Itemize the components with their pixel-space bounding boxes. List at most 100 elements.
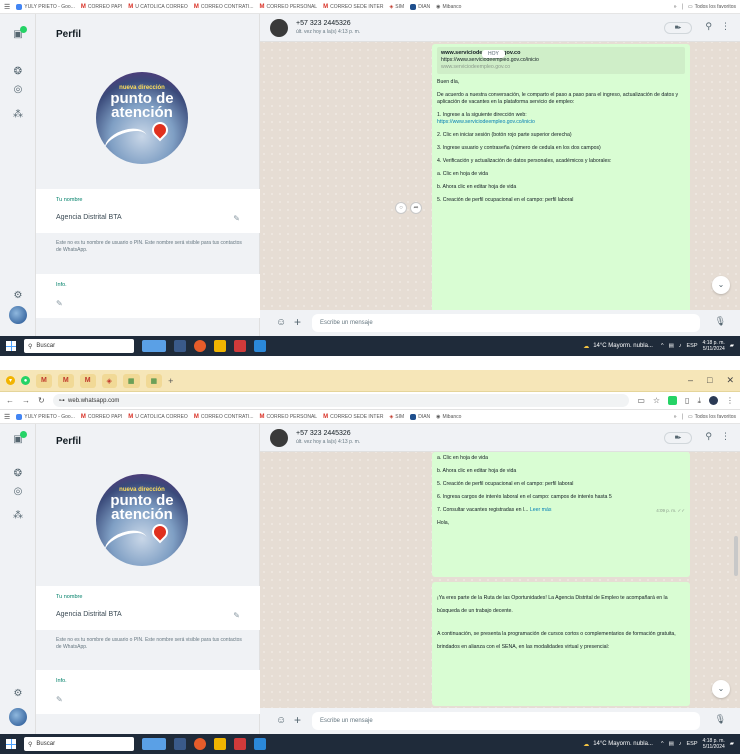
edit-pencil-icon[interactable]: ✎: [56, 299, 63, 308]
windows-start-icon[interactable]: [6, 341, 16, 351]
outlook-icon[interactable]: [254, 738, 266, 750]
new-tab-icon[interactable]: +: [168, 376, 173, 386]
bookmark-sim[interactable]: ◈ SIM: [389, 414, 404, 420]
tab-gmail-2[interactable]: M: [57, 373, 74, 388]
profile-photo[interactable]: nueva dirección punto de atención: [96, 474, 188, 566]
name-field[interactable]: Agencia Distrital BTA ✎: [56, 214, 240, 223]
windows-start-icon[interactable]: [6, 739, 16, 749]
edit-pencil-icon[interactable]: ✎: [56, 695, 63, 704]
video-call-icon[interactable]: ■▸: [664, 432, 692, 444]
more-options-icon[interactable]: ⋮: [721, 431, 730, 442]
tab-shield[interactable]: ◈: [101, 373, 117, 388]
browser-menu-icon[interactable]: ⋮: [726, 396, 734, 405]
task-view-icon[interactable]: [174, 340, 186, 352]
scroll-down-icon[interactable]: ⌄: [712, 680, 730, 698]
channels-icon[interactable]: ◎: [12, 84, 24, 96]
name-field[interactable]: Agencia Distrital BTA ✎: [56, 611, 240, 620]
browser-profile-icon[interactable]: ▾: [6, 376, 15, 385]
task-view-icon[interactable]: [174, 738, 186, 750]
message-input[interactable]: Escribe un mensaje: [312, 314, 700, 332]
tab-gmail-3[interactable]: M: [79, 373, 96, 388]
tab-gmail-1[interactable]: M: [36, 373, 52, 388]
settings-gear-icon[interactable]: ⚙: [12, 688, 24, 700]
info-field[interactable]: ✎: [56, 299, 240, 308]
outlook-icon[interactable]: [254, 340, 266, 352]
message-input[interactable]: Escribe un mensaje: [312, 712, 700, 730]
bookmark-correo-sede[interactable]: M CORREO SEDE INTER: [323, 4, 383, 10]
attach-plus-icon[interactable]: +: [294, 713, 301, 727]
close-icon[interactable]: ✕: [726, 375, 734, 386]
bookmark-yuly[interactable]: YULY PRIETO - Goo...: [16, 3, 75, 10]
bookmark-correo-personal[interactable]: M CORREO PERSONAL: [260, 414, 318, 420]
bookmarks-right[interactable]: » │ ▭ Todos los favoritos: [674, 414, 736, 420]
taskbar-search[interactable]: ⚲ Buscar: [24, 339, 134, 353]
whatsapp-tab-icon[interactable]: ●: [21, 376, 30, 385]
weather-widget[interactable]: ☁ 14°C Mayorm. nubla...: [583, 343, 653, 350]
clock[interactable]: 4:18 p. m. 5/11/2024: [703, 340, 725, 352]
network-icon[interactable]: ▤: [669, 741, 674, 747]
tab-sheets-2[interactable]: ▦: [145, 373, 163, 388]
edit-pencil-icon[interactable]: ✎: [233, 611, 240, 620]
communities-icon[interactable]: ⁂: [12, 510, 24, 522]
notification-icon[interactable]: ▰: [730, 741, 734, 747]
avatar[interactable]: [9, 306, 27, 324]
explorer-icon[interactable]: [214, 738, 226, 750]
reaction-icon[interactable]: ○: [395, 202, 407, 214]
network-icon[interactable]: ▤: [669, 343, 674, 349]
status-icon[interactable]: ❂: [12, 66, 24, 78]
star-icon[interactable]: ☆: [653, 396, 660, 405]
chevron-up-icon[interactable]: ^: [661, 741, 664, 747]
menu-icon[interactable]: ☰: [4, 3, 10, 11]
profile-avatar-icon[interactable]: [709, 396, 718, 405]
widget-icon[interactable]: [142, 738, 166, 750]
bookmark-correo-contrati[interactable]: M CORREO CONTRATI...: [194, 4, 254, 10]
status-icon[interactable]: ❂: [12, 468, 24, 480]
weather-widget[interactable]: ☁ 14°C Mayorm. nubla...: [583, 741, 653, 748]
search-icon[interactable]: ⚲: [705, 431, 712, 442]
search-icon[interactable]: ⚲: [705, 21, 712, 32]
avatar[interactable]: [9, 708, 27, 726]
info-field[interactable]: ✎: [56, 695, 240, 704]
bookmark-mibanco[interactable]: ◉ Mibanco: [436, 4, 461, 10]
message-bubble[interactable]: www.serviciodeempleo.gov.co https://www.…: [432, 44, 690, 324]
tab-sheets-1[interactable]: ▦: [122, 373, 140, 388]
minimize-icon[interactable]: –: [688, 375, 693, 386]
more-options-icon[interactable]: ⋮: [721, 21, 730, 32]
system-tray[interactable]: ^ ▤ ♪ ESP 4:18 p. m. 5/11/2024 ▰: [661, 340, 734, 352]
bookmark-u-catolica[interactable]: MU CATOLICA CORREO: [128, 414, 188, 420]
profile-photo[interactable]: nueva dirección punto de atención: [96, 72, 188, 164]
contact-avatar[interactable]: [270, 429, 288, 447]
contact-avatar[interactable]: [270, 19, 288, 37]
read-more-link[interactable]: Leer más: [530, 507, 552, 513]
bookmark-mibanco[interactable]: ◉ Mibanco: [436, 414, 461, 420]
emoji-icon[interactable]: ☺: [276, 317, 286, 328]
download-icon[interactable]: ⤓: [697, 396, 701, 406]
communities-icon[interactable]: ⁂: [12, 109, 24, 121]
message-bubble[interactable]: a. Clic en hoja de vida b. Ahora clic en…: [432, 452, 690, 577]
bookmark-dian[interactable]: DIAN: [410, 3, 430, 10]
lang-indicator[interactable]: ESP: [687, 741, 698, 747]
widget-icon[interactable]: [142, 340, 166, 352]
menu-icon[interactable]: ☰: [4, 413, 10, 421]
bookmark-dian[interactable]: DIAN: [410, 413, 430, 420]
bookmark-yuly[interactable]: YULY PRIETO - Goo...: [16, 413, 75, 420]
emoji-icon[interactable]: ☺: [276, 715, 286, 726]
browser-icon[interactable]: [194, 340, 206, 352]
taskbar-search[interactable]: ⚲ Buscar: [24, 737, 134, 751]
chevron-up-icon[interactable]: ^: [661, 343, 664, 349]
system-tray[interactable]: ^ ▤ ♪ ESP 4:18 p. m. 5/11/2024 ▰: [661, 738, 734, 750]
extension-icon[interactable]: [668, 396, 678, 405]
volume-icon[interactable]: ♪: [679, 741, 682, 747]
forward-icon[interactable]: ➦: [410, 202, 422, 214]
edit-pencil-icon[interactable]: ✎: [233, 214, 240, 223]
settings-gear-icon[interactable]: ⚙: [12, 290, 24, 302]
back-icon[interactable]: ←: [6, 396, 14, 405]
notification-icon[interactable]: ▰: [730, 343, 734, 349]
maximize-icon[interactable]: □: [707, 375, 712, 386]
browser-icon[interactable]: [194, 738, 206, 750]
msg-step1-link[interactable]: https://www.serviciodeempleo.gov.co/inic…: [437, 119, 535, 125]
channels-icon[interactable]: ◎: [12, 486, 24, 498]
chat-header[interactable]: +57 323 2445326 últ. vez hoy a la(s) 4:1…: [260, 14, 740, 42]
bookmark-correo-papi[interactable]: M CORREO PAPI: [81, 414, 122, 420]
forward-icon[interactable]: →: [22, 396, 30, 405]
